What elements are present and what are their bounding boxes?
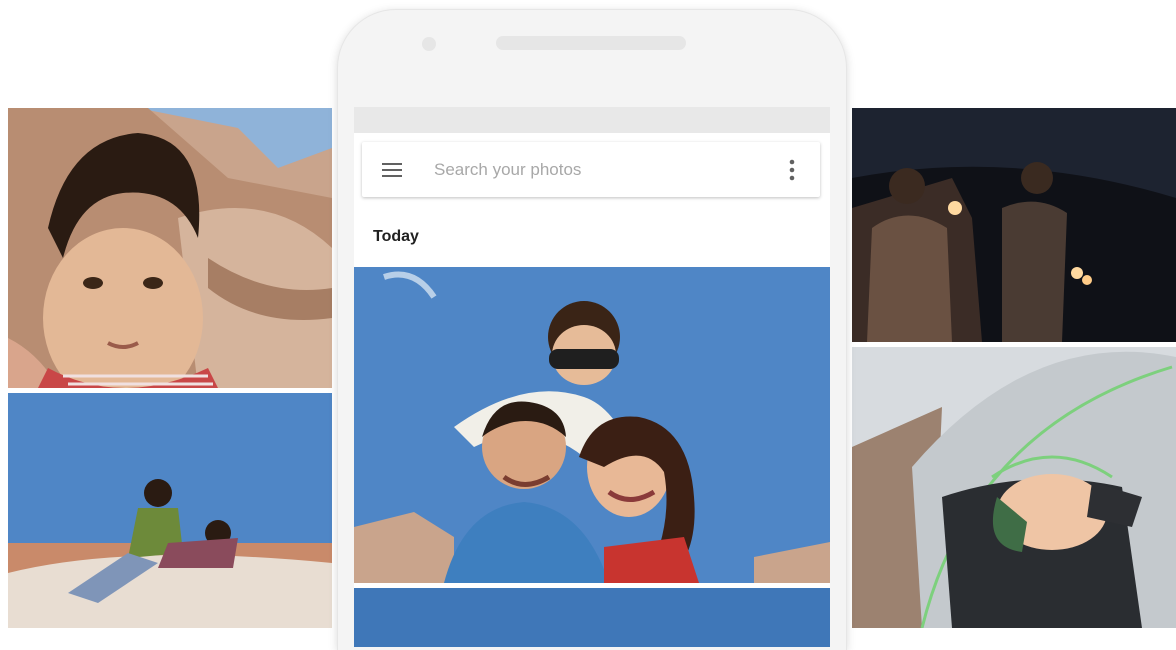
menu-button[interactable] <box>362 142 422 197</box>
photo-couple-on-rocks[interactable] <box>8 393 332 628</box>
camera-icon <box>422 37 436 51</box>
search-input[interactable]: Search your photos <box>422 160 764 180</box>
speaker-grille <box>496 36 686 50</box>
hamburger-menu-icon <box>382 162 402 177</box>
status-bar <box>354 107 830 133</box>
photo-family-selfie[interactable] <box>354 267 830 583</box>
photo-boy-portrait[interactable] <box>8 108 332 388</box>
photo-next-row[interactable] <box>354 588 830 647</box>
more-options-button[interactable] <box>764 142 820 197</box>
section-label-today: Today <box>373 228 419 245</box>
more-vert-icon <box>789 159 795 180</box>
photo-child-in-tent[interactable] <box>852 347 1176 628</box>
search-bar[interactable]: Search your photos <box>362 142 820 197</box>
photo-campfire-night[interactable] <box>852 108 1176 342</box>
phone-frame: Search your photos Today <box>338 10 846 650</box>
phone-screen: Search your photos Today <box>354 107 830 647</box>
